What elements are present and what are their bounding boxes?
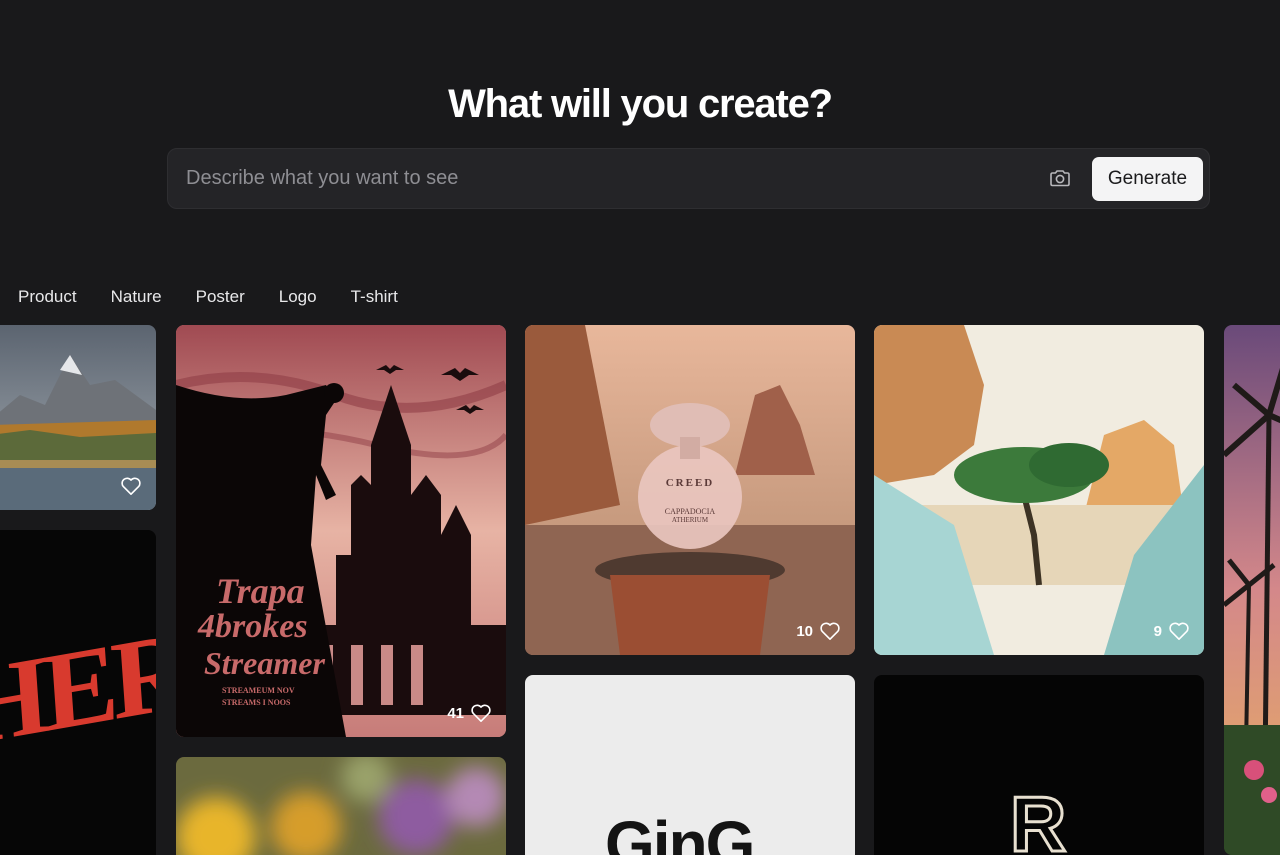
gallery-card-logo-white[interactable]: GinG [525,675,855,855]
prompt-bar: Generate [167,148,1210,209]
perfume-brand: CREED [665,477,715,489]
gallery-card-mountain[interactable] [0,325,156,510]
gallery-card-castle[interactable]: Trapa 4brokes Streamer STREAMEUM NOV STR… [176,325,506,737]
gallery-card-logo-black[interactable]: R [874,675,1204,855]
heart-icon [820,622,840,640]
logo-artwork-text: GinG [605,808,755,855]
like-count: 10 [796,622,813,640]
gallery-card-palms[interactable] [1224,325,1280,855]
flowers-image [176,757,506,855]
tab-product[interactable]: Product [18,285,77,309]
heart-icon [121,477,141,495]
category-tabs: Product Nature Poster Logo T-shirt [18,285,432,309]
perfume-name: CAPPADOCIA [664,507,716,516]
like-counter[interactable]: 41 [447,703,492,723]
page: What will you create? Generate Product N… [0,0,1280,855]
page-title: What will you create? [448,82,833,126]
gallery-card-desert[interactable]: 9 [874,325,1204,655]
like-counter[interactable] [120,476,142,496]
perfume-sub: ATHERIUM [671,516,709,524]
tab-poster[interactable]: Poster [196,285,245,309]
like-counter[interactable]: 10 [796,621,841,641]
tab-tshirt[interactable]: T-shirt [351,285,398,309]
generate-button[interactable]: Generate [1092,157,1203,201]
poster-small-line2: STREAMS I NOOS [222,698,291,707]
heart-icon [471,704,491,722]
like-count: 41 [447,704,464,722]
like-counter[interactable]: 9 [1154,621,1190,641]
poster-title-line3: Streamer [204,645,325,681]
r-logo-text: R [1008,779,1067,855]
gallery-card-perfume[interactable]: CREED CAPPADOCIA ATHERIUM 10 [525,325,855,655]
her-artwork-text: HER [0,607,156,771]
desert-image [874,325,1204,655]
gallery-card-her[interactable]: HER [0,530,156,855]
poster-title-line2: 4brokes [198,608,308,645]
poster-title-line1: Trapa [216,571,305,611]
heart-icon [1169,622,1189,640]
gallery-card-flowers[interactable] [176,757,506,855]
camera-icon[interactable] [1048,166,1072,190]
tab-nature[interactable]: Nature [111,285,162,309]
tab-logo[interactable]: Logo [279,285,317,309]
prompt-input[interactable] [186,149,1026,208]
poster-small-line1: STREAMEUM NOV [222,686,295,695]
palms-image [1224,325,1280,855]
like-count: 9 [1153,622,1162,640]
